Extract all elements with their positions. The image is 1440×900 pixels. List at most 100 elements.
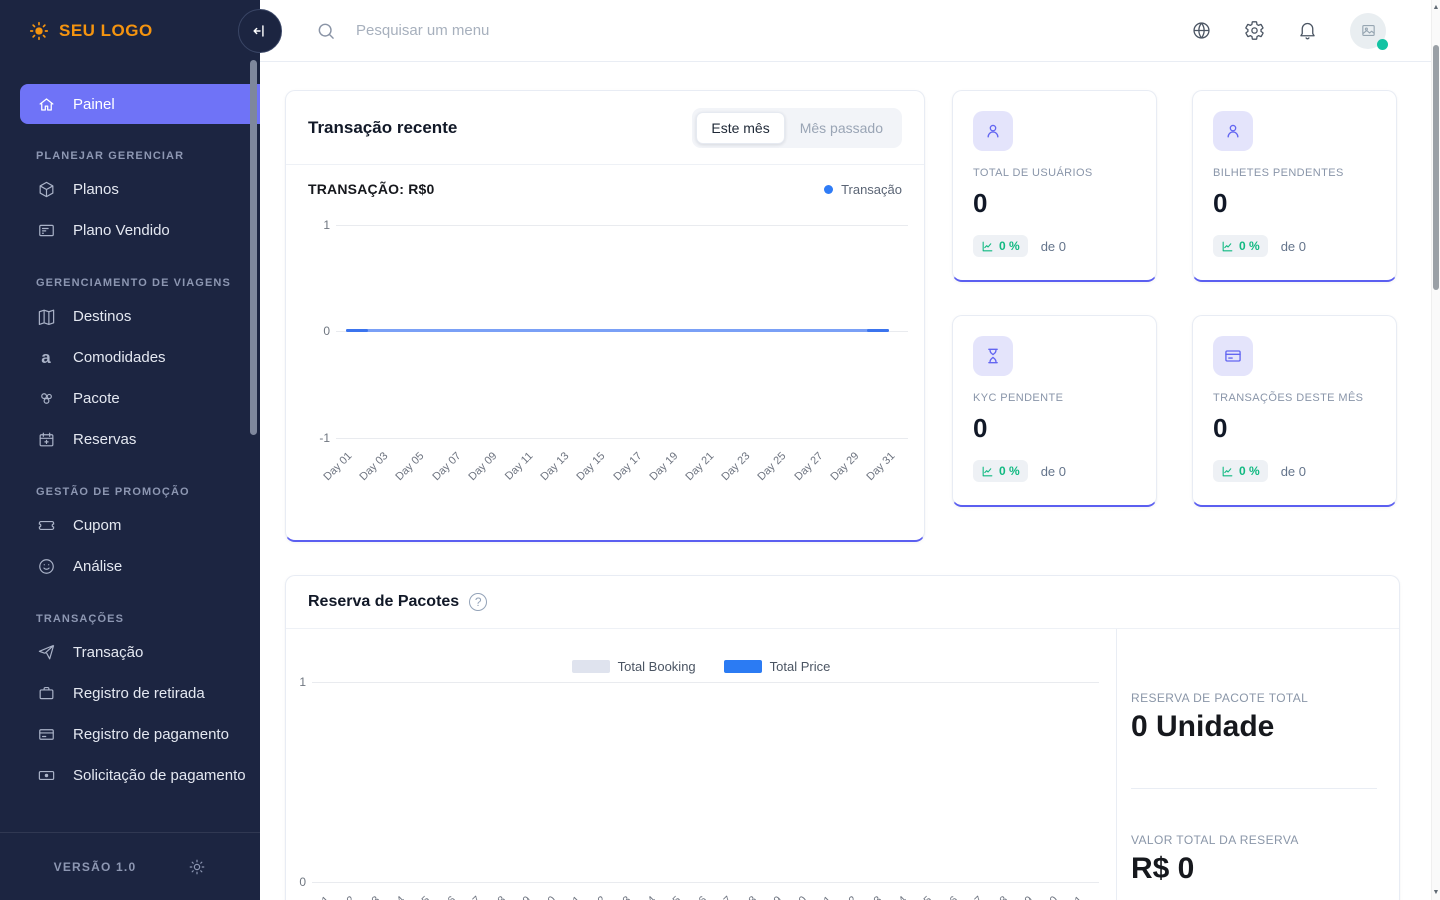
sidebar-item-label: Plano Vendido bbox=[73, 222, 170, 239]
sidebar-item-registro-retirada[interactable]: Registro de retirada bbox=[0, 673, 260, 714]
legend-dot-icon bbox=[824, 185, 833, 194]
version-label: VERSÃO 1.0 bbox=[54, 860, 137, 874]
sidebar-item-label: Planos bbox=[73, 181, 119, 198]
x-tick-label: Day 27 bbox=[792, 450, 825, 483]
sidebar: SEU LOGO Painel PLANEJAR GERENCIAR Plano… bbox=[0, 0, 260, 900]
topbar-icons bbox=[1191, 13, 1386, 49]
stat-card-kyc-pendente: KYC PENDENTE 0 0 % de 0 bbox=[952, 315, 1157, 507]
image-placeholder-icon bbox=[1360, 22, 1377, 39]
sidebar-item-pacote[interactable]: Pacote bbox=[0, 378, 260, 419]
search-icon bbox=[316, 21, 336, 41]
summary-divider bbox=[1131, 788, 1377, 789]
sidebar-item-planos[interactable]: Planos bbox=[0, 169, 260, 210]
nav-heading-viagens: GERENCIAMENTO DE VIAGENS bbox=[36, 277, 260, 289]
trend-chart-icon bbox=[1221, 465, 1234, 478]
user-icon bbox=[973, 111, 1013, 151]
booking-chart-legend: Total Booking Total Price bbox=[286, 659, 1116, 674]
sidebar-item-analise[interactable]: Análise bbox=[0, 546, 260, 587]
search-input[interactable] bbox=[354, 21, 774, 40]
sidebar-item-destinos[interactable]: Destinos bbox=[0, 296, 260, 337]
sidebar-item-reservas[interactable]: Reservas bbox=[0, 419, 260, 460]
nav-heading-transacoes: TRANSAÇÕES bbox=[36, 613, 260, 625]
x-tick-label: Day 23 bbox=[720, 450, 753, 483]
booking-summary-panel: RESERVA DE PACOTE TOTAL 0 Unidade VALOR … bbox=[1116, 629, 1401, 900]
map-icon bbox=[36, 307, 56, 326]
legend-swatch-price bbox=[724, 660, 762, 673]
globe-icon[interactable] bbox=[1191, 20, 1212, 41]
y-tick-label: -1 bbox=[308, 431, 330, 445]
x-tick-label: Day 31 bbox=[864, 450, 897, 483]
percent-badge: 0 % bbox=[1213, 235, 1268, 257]
sidebar-item-plano-vendido[interactable]: Plano Vendido bbox=[0, 210, 260, 251]
percent-badge: 0 % bbox=[973, 235, 1028, 257]
tab-este-mes[interactable]: Este mês bbox=[696, 112, 784, 144]
stat-label: KYC PENDENTE bbox=[973, 392, 1136, 404]
sidebar-footer: VERSÃO 1.0 bbox=[0, 832, 260, 900]
page-scrollbar[interactable]: ▲ ▼ bbox=[1431, 0, 1440, 900]
y-tick-label: 1 bbox=[308, 218, 330, 232]
scroll-up-icon[interactable]: ▲ bbox=[1432, 4, 1440, 11]
x-tick-label: Day 29 bbox=[828, 450, 861, 483]
help-icon[interactable]: ? bbox=[469, 593, 487, 611]
scroll-down-icon[interactable]: ▼ bbox=[1432, 889, 1440, 896]
topbar bbox=[260, 0, 1440, 62]
transaction-chart-body: TRANSAÇÃO: R$0 Transação 1 0 -1 Day 01Da… bbox=[286, 165, 924, 537]
user-icon bbox=[1213, 111, 1253, 151]
letter-a-icon: a bbox=[36, 349, 56, 366]
sidebar-item-painel[interactable]: Painel bbox=[20, 84, 260, 124]
sidebar-item-transacao[interactable]: Transação bbox=[0, 632, 260, 673]
settings-gear-icon[interactable] bbox=[1244, 20, 1265, 41]
cube-icon bbox=[36, 180, 56, 199]
briefcase-icon bbox=[36, 684, 56, 703]
booking-card-body: Total Booking Total Price 1 0 Day 01Day … bbox=[286, 629, 1399, 900]
sidebar-item-cupom[interactable]: Cupom bbox=[0, 505, 260, 546]
chart-legend: Transação bbox=[824, 182, 902, 197]
percent-badge: 0 % bbox=[973, 460, 1028, 482]
period-tabs: Este mês Mês passado bbox=[692, 108, 902, 148]
credit-card-icon bbox=[36, 725, 56, 744]
x-tick-label: Day 21 bbox=[683, 450, 716, 483]
x-tick-label: Day 25 bbox=[756, 450, 789, 483]
summary-value: R$ 0 bbox=[1131, 852, 1377, 886]
x-tick-label: Day 11 bbox=[503, 450, 536, 483]
percent-badge: 0 % bbox=[1213, 460, 1268, 482]
sidebar-scrollbar[interactable] bbox=[250, 60, 257, 435]
page-scrollbar-thumb[interactable] bbox=[1433, 45, 1439, 290]
hourglass-icon bbox=[973, 336, 1013, 376]
legend-swatch-booking bbox=[572, 660, 610, 673]
summary-label: RESERVA DE PACOTE TOTAL bbox=[1131, 691, 1377, 705]
cluster-icon bbox=[36, 389, 56, 408]
gridline bbox=[336, 438, 908, 439]
gridline bbox=[312, 682, 1099, 683]
nav-heading-planejar: PLANEJAR GERENCIAR bbox=[36, 150, 260, 162]
app-root: SEU LOGO Painel PLANEJAR GERENCIAR Plano… bbox=[0, 0, 1440, 900]
x-tick-label: Day 07 bbox=[430, 450, 463, 483]
sidebar-item-label: Destinos bbox=[73, 308, 131, 325]
theme-toggle-sun-icon[interactable] bbox=[188, 858, 206, 876]
tab-mes-passado[interactable]: Mês passado bbox=[785, 112, 898, 144]
legend-total-booking: Total Booking bbox=[572, 659, 696, 674]
y-tick-label: 0 bbox=[308, 324, 330, 338]
sidebar-item-solicitacao-pagamento[interactable]: Solicitação de pagamento bbox=[0, 755, 260, 796]
sidebar-collapse-button[interactable] bbox=[238, 9, 282, 53]
sidebar-item-label: Reservas bbox=[73, 431, 136, 448]
stat-suffix: de 0 bbox=[1281, 239, 1306, 254]
transaction-card: Transação recente Este mês Mês passado T… bbox=[285, 90, 925, 542]
smiley-icon bbox=[36, 557, 56, 576]
x-tick-label: Day 03 bbox=[358, 450, 391, 483]
stat-label: TRANSAÇÕES DESTE MÊS bbox=[1213, 392, 1376, 404]
x-tick-label: Day 05 bbox=[394, 450, 427, 483]
x-tick-label: Day 15 bbox=[575, 450, 608, 483]
y-tick-label: 1 bbox=[286, 675, 306, 689]
trend-chart-icon bbox=[981, 465, 994, 478]
y-tick-label: 0 bbox=[286, 875, 306, 889]
sidebar-item-comodidades[interactable]: a Comodidades bbox=[0, 337, 260, 378]
transaction-card-header: Transação recente Este mês Mês passado bbox=[286, 91, 924, 165]
x-tick-label: Day 17 bbox=[611, 450, 644, 483]
user-avatar[interactable] bbox=[1350, 13, 1386, 49]
stat-card-total-usuarios: TOTAL DE USUÁRIOS 0 0 % de 0 bbox=[952, 90, 1157, 282]
sidebar-item-label: Comodidades bbox=[73, 349, 166, 366]
notification-bell-icon[interactable] bbox=[1297, 20, 1318, 41]
stat-card-bilhetes-pendentes: BILHETES PENDENTES 0 0 % de 0 bbox=[1192, 90, 1397, 282]
sidebar-item-registro-pagamento[interactable]: Registro de pagamento bbox=[0, 714, 260, 755]
